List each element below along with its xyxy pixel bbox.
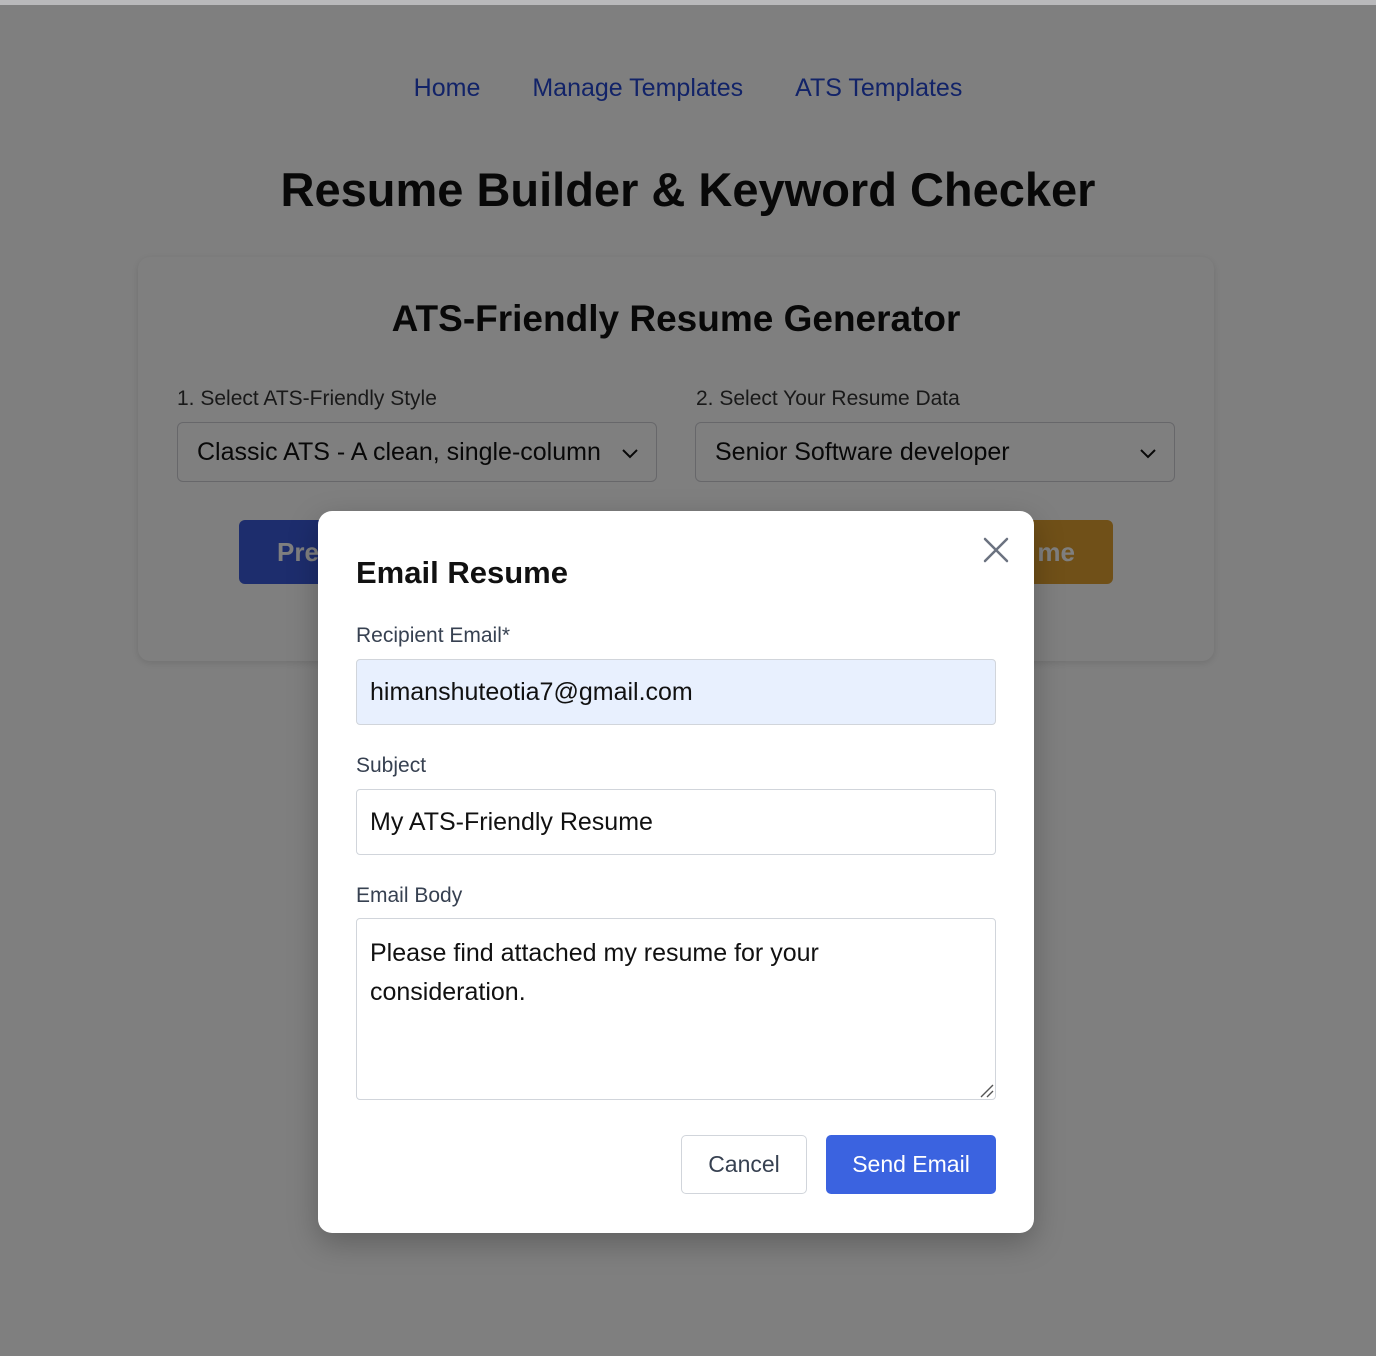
resize-handle-icon[interactable]: [978, 1082, 994, 1098]
window-top-border: [0, 0, 1376, 5]
recipient-email-input[interactable]: [356, 659, 996, 725]
recipient-email-label: Recipient Email*: [356, 624, 511, 647]
subject-input[interactable]: [356, 789, 996, 855]
send-email-button[interactable]: Send Email: [826, 1135, 996, 1194]
close-icon[interactable]: [980, 534, 1012, 566]
subject-label: Subject: [356, 754, 427, 777]
email-body-label: Email Body: [356, 884, 463, 907]
email-resume-modal: Email Resume Recipient Email* Subject Em…: [318, 511, 1034, 1233]
cancel-button[interactable]: Cancel: [681, 1135, 807, 1194]
modal-title: Email Resume: [356, 555, 568, 590]
email-body-textarea[interactable]: Please find attached my resume for your …: [356, 918, 996, 1100]
